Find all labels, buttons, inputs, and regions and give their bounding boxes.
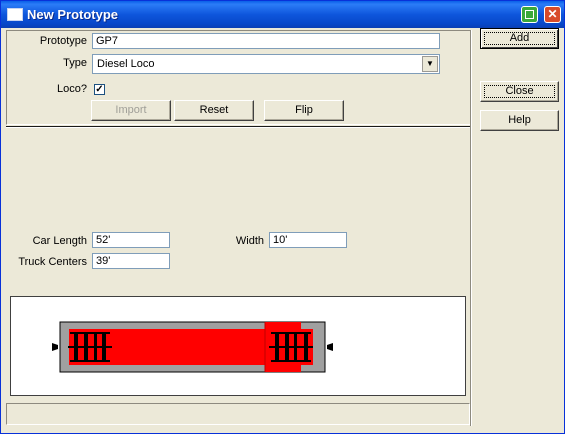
title-bar[interactable]: New Prototype ✕ — [1, 1, 564, 28]
prototype-input[interactable]: GP7 — [92, 33, 440, 49]
width-input[interactable]: 10' — [269, 232, 347, 248]
add-button[interactable]: Add — [480, 28, 559, 49]
separator-vertical — [470, 30, 472, 426]
close-window-icon[interactable]: ✕ — [544, 6, 561, 23]
truck-centers-label: Truck Centers — [18, 256, 87, 268]
loco-label: Loco? — [57, 83, 87, 95]
truck-centers-input[interactable]: 39' — [92, 253, 170, 269]
rear-coupler-icon — [327, 343, 333, 351]
import-button[interactable]: Import — [91, 100, 171, 121]
reset-button[interactable]: Reset — [174, 100, 254, 121]
car-drawing — [52, 321, 333, 373]
loco-checkbox[interactable]: ✓ — [94, 84, 105, 95]
type-label: Type — [63, 57, 87, 69]
new-prototype-dialog: New Prototype ✕ Prototype GP7 Type Diese… — [0, 0, 565, 434]
car-length-label: Car Length — [32, 235, 87, 247]
separator-horizontal — [6, 126, 471, 128]
flip-button[interactable]: Flip — [264, 100, 344, 121]
help-button[interactable]: Help — [480, 110, 559, 131]
car-length-input[interactable]: 52' — [92, 232, 170, 248]
front-coupler-icon — [52, 343, 58, 351]
restore-icon[interactable] — [521, 6, 538, 23]
window-title: New Prototype — [27, 7, 119, 22]
type-select[interactable]: Diesel Loco ▼ — [92, 54, 440, 74]
width-label: Width — [235, 235, 264, 247]
close-button[interactable]: Close — [480, 81, 559, 102]
add-button-label: Add — [509, 32, 530, 44]
prototype-label: Prototype — [39, 35, 87, 47]
status-bar — [6, 403, 470, 425]
window-icon — [7, 8, 23, 21]
car-preview — [10, 296, 466, 396]
type-select-value: Diesel Loco — [97, 58, 155, 70]
chevron-down-icon[interactable]: ▼ — [422, 56, 438, 72]
close-button-label: Close — [505, 85, 534, 97]
